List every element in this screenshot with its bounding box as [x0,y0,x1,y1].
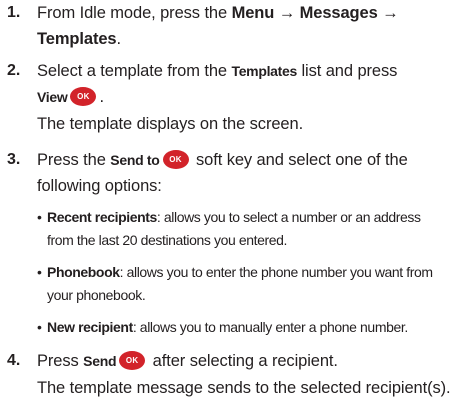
step-text: after selecting a recipient. [148,352,338,370]
option-desc: : allows you to select a number or an ad… [156,209,421,225]
step-number: 4. [7,352,21,369]
step-text-line: Select a template from the Templates lis… [37,58,397,84]
option-desc-line: your phonebook. [47,287,146,303]
step-number: 2. [7,62,21,79]
option-new-recipient: New recipient: allows you to manually en… [47,316,408,338]
step-text: From Idle mode, press the [37,4,232,22]
option-phonebook: Phonebook: allows you to enter the phone… [47,261,433,283]
menu-path: Templates [37,30,117,48]
option-recent-recipients: Recent recipients: allows you to select … [47,206,421,228]
step-followup: The template displays on the screen. [37,115,304,133]
step-text: Select a template from the [37,62,232,80]
ok-button-icon: OK [162,150,189,170]
step-number: 1. [7,4,21,21]
option-desc: : allows you to enter the phone number y… [119,264,433,280]
templates-label: Templates [231,63,297,79]
step-text: Press [37,352,84,370]
option-term: New recipient [47,319,133,335]
step-text: soft key and select one of the [191,151,408,169]
step-text-line: following options: [37,177,162,195]
option-desc: : allows you to manually enter a phone n… [132,319,408,335]
step-text: . [116,30,122,48]
step-number: 3. [7,151,21,168]
send-key-label: Send [83,353,117,369]
step-text: . [99,88,104,106]
option-term: Phonebook [47,264,120,280]
bullet-icon: • [37,209,42,225]
menu-path: Menu → Messages → [231,4,399,22]
view-key-label: View [37,89,68,105]
option-term: Recent recipients [47,209,157,225]
send-to-key-label: Send to [110,152,160,168]
bullet-icon: • [37,264,42,280]
step-text-line: View OK. [37,84,104,110]
step-text-line: Press the Send to OK soft key and select … [37,147,408,173]
step-text-line: Press Send OK after selecting a recipient… [37,348,338,374]
ok-button-icon: OK [119,351,146,371]
bullet-icon: • [37,319,42,335]
option-desc-line: from the last 20 destinations you entere… [47,232,288,248]
step-text: Press the [37,151,111,169]
step-text-line: From Idle mode, press the Menu → Message… [37,0,399,26]
step-text-line: Templates. [37,26,121,52]
step-text: list and press [297,62,398,80]
step-followup: The template message sends to the select… [37,379,451,397]
ok-button-icon: OK [70,87,97,107]
